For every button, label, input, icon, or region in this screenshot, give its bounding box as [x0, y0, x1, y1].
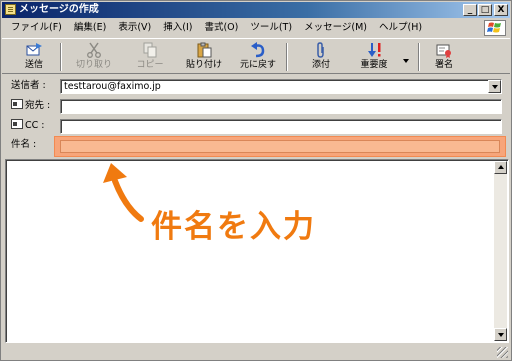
- copy-button[interactable]: コピー: [128, 40, 172, 74]
- sign-button[interactable]: 署名: [422, 40, 466, 74]
- subject-highlight: [54, 136, 506, 157]
- chevron-down-icon[interactable]: [488, 80, 501, 93]
- send-icon: [25, 42, 43, 58]
- vertical-scrollbar[interactable]: [494, 161, 507, 341]
- undo-label: 元に戻す: [239, 60, 276, 70]
- priority-dropdown[interactable]: [399, 40, 413, 74]
- resize-grip[interactable]: [497, 347, 508, 358]
- clipboard-icon: [195, 42, 213, 58]
- scroll-down-button[interactable]: [494, 328, 507, 341]
- toolbar-separator: [418, 43, 420, 71]
- address-book-icon: [11, 119, 23, 129]
- from-select[interactable]: testtarou@faximo.jp: [60, 79, 502, 94]
- toolbar-separator: [286, 43, 288, 71]
- address-book-icon: [11, 99, 23, 109]
- menu-insert[interactable]: 挿入(I): [157, 19, 198, 37]
- to-button[interactable]: 宛先 :: [11, 99, 50, 113]
- from-value: testtarou@faximo.jp: [64, 81, 161, 92]
- menu-edit[interactable]: 編集(E): [68, 19, 112, 37]
- compose-window: メッセージの作成 _ □ X ファイル(F) 編集(E) 表示(V) 挿入(I)…: [0, 0, 512, 361]
- priority-icon: [365, 42, 383, 58]
- cut-button[interactable]: 切り取り: [72, 40, 116, 74]
- subject-label: 件名 :: [11, 139, 37, 150]
- paperclip-icon: [312, 42, 330, 58]
- copy-icon: [141, 42, 159, 58]
- undo-icon: [249, 42, 267, 58]
- windows-logo-icon: [484, 20, 506, 36]
- cc-field[interactable]: [60, 119, 502, 134]
- undo-button[interactable]: 元に戻す: [236, 40, 280, 74]
- menu-format[interactable]: 書式(O): [198, 19, 244, 37]
- menu-message[interactable]: メッセージ(M): [298, 19, 373, 37]
- menu-view[interactable]: 表示(V): [112, 19, 157, 37]
- menu-help[interactable]: ヘルプ(H): [373, 19, 428, 37]
- send-label: 送信: [24, 60, 43, 70]
- sign-label: 署名: [434, 60, 453, 70]
- maximize-button[interactable]: □: [478, 4, 492, 16]
- paste-label: 貼り付け: [185, 60, 222, 70]
- chevron-down-icon: [402, 52, 410, 68]
- annotation-text: 件名を入力: [151, 209, 316, 245]
- title-bar: メッセージの作成 _ □ X: [2, 2, 510, 18]
- priority-label: 重要度: [360, 60, 388, 70]
- menu-file[interactable]: ファイル(F): [5, 19, 68, 37]
- copy-label: コピー: [136, 60, 164, 70]
- annotation-arrow: [103, 163, 144, 222]
- close-button[interactable]: X: [494, 4, 508, 16]
- message-icon: [5, 4, 16, 15]
- minimize-button[interactable]: _: [463, 4, 477, 16]
- toolbar: 送信 切り取り コピー 貼り付け 元に戻す 添付 重要度 署名: [2, 38, 510, 74]
- cc-button[interactable]: CC :: [11, 119, 45, 133]
- to-field[interactable]: [60, 99, 502, 114]
- menu-bar: ファイル(F) 編集(E) 表示(V) 挿入(I) 書式(O) ツール(T) メ…: [2, 19, 510, 37]
- priority-button[interactable]: 重要度: [352, 40, 396, 74]
- from-label: 送信者 :: [11, 80, 46, 91]
- attach-label: 添付: [311, 60, 330, 70]
- cut-label: 切り取り: [75, 60, 112, 70]
- paste-button[interactable]: 貼り付け: [182, 40, 226, 74]
- attach-button[interactable]: 添付: [299, 40, 343, 74]
- send-button[interactable]: 送信: [12, 40, 56, 74]
- subject-field[interactable]: [60, 140, 500, 153]
- menu-tools[interactable]: ツール(T): [244, 19, 298, 37]
- window-title: メッセージの作成: [19, 4, 99, 15]
- window-controls: _ □ X: [462, 4, 508, 16]
- certificate-icon: [435, 42, 453, 58]
- scroll-up-button[interactable]: [494, 161, 507, 174]
- to-label: 宛先 :: [25, 100, 51, 111]
- scissors-icon: [85, 42, 103, 58]
- toolbar-separator: [60, 43, 62, 71]
- status-bar: [2, 345, 510, 360]
- message-body[interactable]: [5, 159, 509, 343]
- cc-label: CC :: [25, 120, 45, 131]
